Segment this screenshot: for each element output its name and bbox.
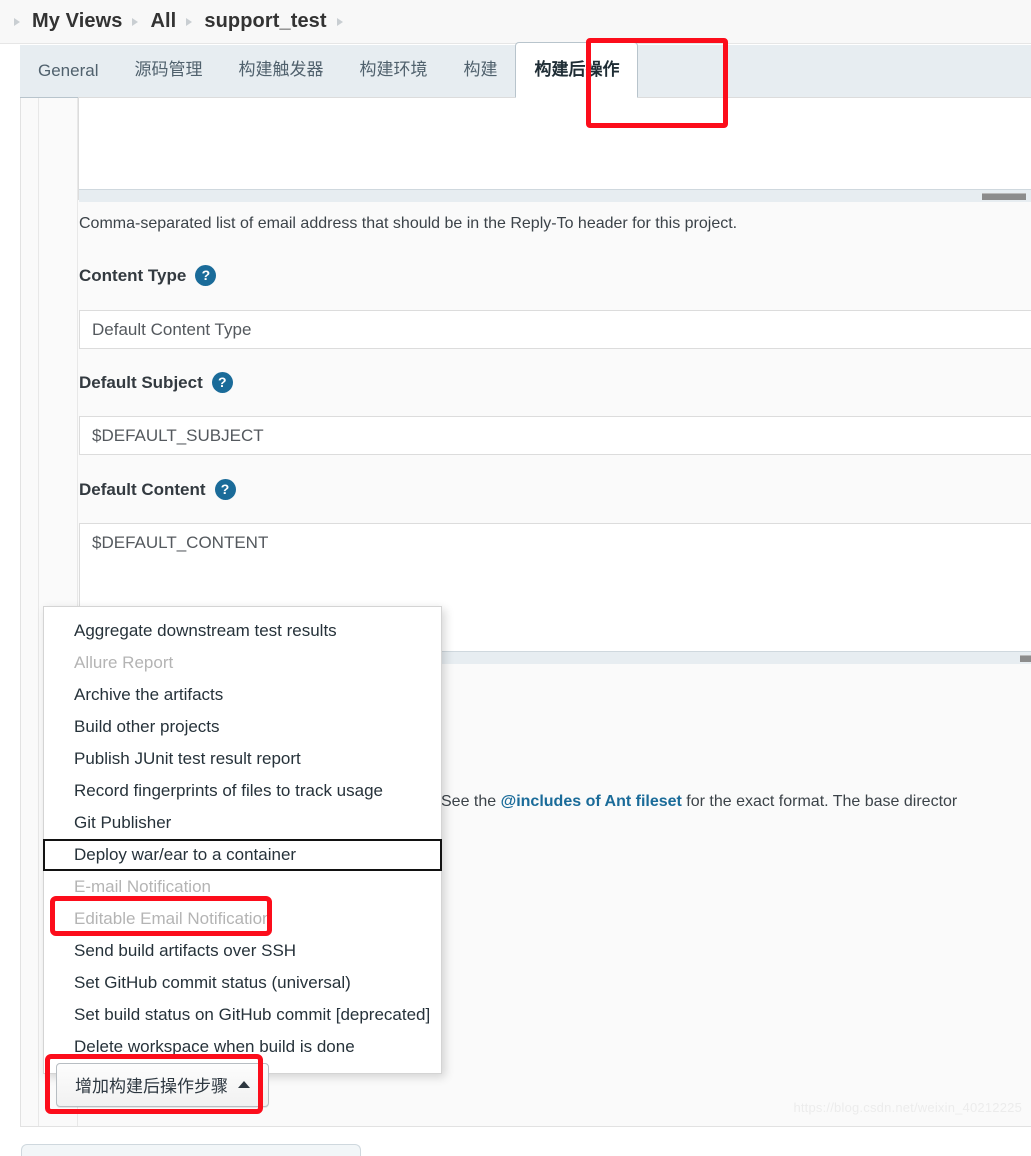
menu-item-editable-email-notification: Editable Email Notification <box>74 909 272 928</box>
add-post-build-step-label: 增加构建后操作步骤 <box>75 1077 228 1097</box>
tab-post-build-actions[interactable]: 构建后操作 <box>515 42 639 98</box>
footer-tab-hint <box>21 1144 361 1156</box>
breadcrumb-chevron-icon <box>128 14 144 30</box>
help-circle-icon[interactable]: ? <box>211 372 233 393</box>
content-type-label-text: Content Type <box>79 265 187 285</box>
menu-item-record-fingerprints-of-files[interactable]: Record fingerprints of files to track us… <box>44 775 441 807</box>
post-build-action-dropdown[interactable]: Aggregate downstream test results Allure… <box>43 606 442 1074</box>
menu-item-delete-workspace-when-build-is-done[interactable]: Delete workspace when build is done <box>44 1031 441 1063</box>
help-circle-icon[interactable]: ? <box>195 265 217 286</box>
tab-source-code-management[interactable]: 源码管理 <box>116 44 220 97</box>
menu-item-set-github-commit-status-universal[interactable]: Set GitHub commit status (universal) <box>44 967 441 999</box>
menu-item-publish-junit-test-result-report[interactable]: Publish JUnit test result report <box>44 743 441 775</box>
ant-help-prefix: See the <box>441 793 501 810</box>
ant-fileset-help-text: See the @includes of Ant fileset for the… <box>441 793 957 811</box>
scrollbar-thumb[interactable] <box>1020 655 1031 662</box>
menu-item-aggregate-downstream-test-results[interactable]: Aggregate downstream test results <box>44 615 441 647</box>
ant-fileset-link[interactable]: @includes of Ant fileset <box>501 793 682 810</box>
reply-to-help-text: Comma-separated list of email address th… <box>79 215 738 232</box>
default-subject-input[interactable]: $DEFAULT_SUBJECT <box>79 416 1031 455</box>
default-subject-label-text: Default Subject <box>79 372 203 392</box>
menu-item-deploy-war-ear-to-a-container[interactable]: Deploy war/ear to a container <box>43 839 442 871</box>
breadcrumb-chevron-icon <box>182 14 198 30</box>
tab-build-environment[interactable]: 构建环境 <box>341 44 445 97</box>
menu-item-git-publisher[interactable]: Git Publisher <box>44 807 441 839</box>
menu-item-allure-report: Allure Report <box>74 653 174 672</box>
menu-item-send-build-artifacts-over-ssh[interactable]: Send build artifacts over SSH <box>44 935 441 967</box>
breadcrumb-chevron-icon <box>333 14 349 30</box>
reply-to-textarea-hscrollbar[interactable] <box>79 189 1031 202</box>
breadcrumb-item-support-test[interactable]: support_test <box>204 10 326 33</box>
menu-item-set-build-status-on-github-commit[interactable]: Set build status on GitHub commit [depre… <box>44 999 441 1031</box>
breadcrumb-item-my-views[interactable]: My Views <box>32 10 122 33</box>
add-post-build-step-button[interactable]: 增加构建后操作步骤 <box>56 1063 269 1107</box>
form-gutter-outer <box>21 98 39 1126</box>
tab-general[interactable]: General <box>20 44 116 97</box>
help-circle-icon[interactable]: ? <box>214 479 236 500</box>
breadcrumb-item-all[interactable]: All <box>150 10 176 33</box>
menu-item-build-other-projects[interactable]: Build other projects <box>44 711 441 743</box>
breadcrumb: My Views All support_test <box>0 0 1031 44</box>
tab-build[interactable]: 构建 <box>445 44 515 97</box>
content-type-label: Content Type ? <box>79 265 217 286</box>
menu-item-archive-the-artifacts[interactable]: Archive the artifacts <box>44 679 441 711</box>
menu-item-email-notification: E-mail Notification <box>74 877 211 896</box>
config-tab-bar: General 源码管理 构建触发器 构建环境 构建 构建后操作 <box>20 42 1031 98</box>
breadcrumb-chevron-icon <box>10 14 26 30</box>
content-type-input[interactable]: Default Content Type <box>79 310 1031 349</box>
scrollbar-thumb[interactable] <box>982 193 1026 200</box>
default-content-label-text: Default Content <box>79 479 206 499</box>
default-content-label: Default Content ? <box>79 479 236 500</box>
default-subject-label: Default Subject ? <box>79 372 233 393</box>
caret-up-icon <box>238 1081 250 1088</box>
tab-build-triggers[interactable]: 构建触发器 <box>220 44 341 97</box>
reply-to-textarea[interactable] <box>78 97 1031 200</box>
watermark-text: https://blog.csdn.net/weixin_40212225 <box>793 1100 1022 1115</box>
ant-help-suffix: for the exact format. The base director <box>681 793 958 810</box>
